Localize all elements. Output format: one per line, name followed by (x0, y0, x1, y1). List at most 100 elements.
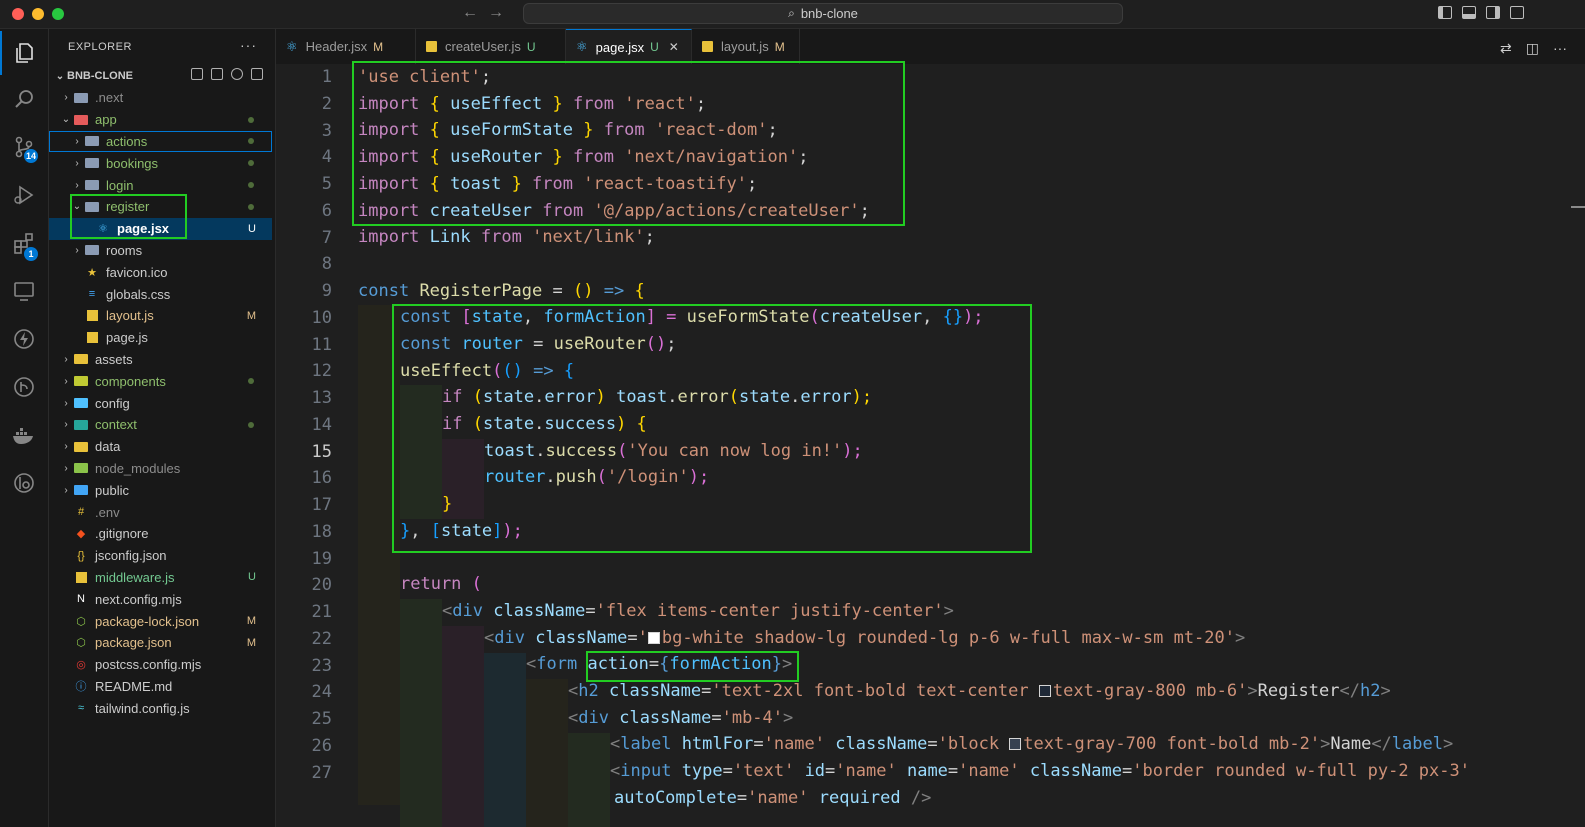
tree-item-tailwind-config-js[interactable]: ≈ tailwind.config.js (49, 697, 272, 719)
docker-icon[interactable] (0, 413, 48, 457)
tab-label: page.jsx (595, 39, 645, 55)
tab-label: layout.js (721, 39, 769, 54)
toggle-secondary-sidebar-icon[interactable] (1486, 6, 1500, 19)
new-file-icon[interactable] (191, 68, 203, 80)
tree-item-favicon-ico[interactable]: ★ favicon.ico (49, 261, 272, 283)
tree-item-jsconfig-json[interactable]: {} jsconfig.json (49, 545, 272, 567)
extensions-icon[interactable]: 1 (0, 221, 48, 265)
tab-status: U (650, 40, 659, 54)
tree-item-postcss-config-mjs[interactable]: ◎ postcss.config.mjs (49, 654, 272, 676)
tree-item-readme-md[interactable]: ⓘ README.md (49, 676, 272, 698)
code-line-7: import Link from 'next/link'; (358, 227, 655, 247)
code-editor[interactable]: 1 2 3 4 5 6 7 8 9 10 11 12 13 14 15 16 17 18 19 20 21 22 23 24 2… (276, 61, 1585, 827)
scrollbar-marker[interactable] (1571, 206, 1585, 208)
git-status-badge: M (246, 615, 256, 628)
tree-item-label: components (95, 373, 166, 389)
line-number: 7 (321, 227, 332, 248)
tree-item-actions[interactable]: › actions (49, 130, 272, 153)
forward-arrow-icon[interactable]: → (488, 4, 504, 22)
tree-item-label: package-lock.json (95, 613, 200, 629)
customize-layout-icon[interactable] (1510, 6, 1524, 19)
tree-item-components[interactable]: › components (49, 370, 272, 392)
tree-item-rooms[interactable]: › rooms (49, 240, 272, 262)
thunder-client-icon[interactable] (0, 317, 48, 361)
source-control-icon[interactable]: 14 (0, 125, 48, 169)
compare-changes-icon[interactable]: ⇄ (1500, 40, 1512, 57)
git-status-badge: M (246, 309, 256, 322)
tree-item-assets[interactable]: › assets (49, 349, 272, 371)
tree-item-label: context (95, 417, 137, 433)
code-line-20: return ( (400, 574, 482, 594)
close-icon[interactable]: ✕ (669, 40, 679, 54)
color-swatch[interactable] (647, 632, 660, 644)
search-icon[interactable] (0, 77, 48, 121)
more-actions-icon[interactable]: ··· (240, 37, 257, 53)
tab-createuser-js[interactable]: createUser.js U (416, 29, 566, 64)
line-number: 23 (311, 655, 332, 676)
tree-item-public[interactable]: › public (49, 479, 272, 501)
line-number: 3 (321, 120, 332, 141)
maximize-window-button[interactable] (52, 8, 64, 20)
tree-item-config[interactable]: › config (49, 392, 272, 414)
tree-item-label: rooms (106, 242, 143, 258)
explorer-actions (191, 68, 263, 80)
tab-page-jsx[interactable]: ⚛ page.jsx U ✕ (566, 29, 692, 64)
line-number: 21 (311, 602, 332, 622)
tree-item-layout-js[interactable]: layout.js M (49, 305, 272, 327)
command-center-search[interactable]: ⌕ bnb-clone (523, 3, 1123, 24)
tree-item-next[interactable]: › .next (49, 87, 272, 109)
minimize-window-button[interactable] (32, 8, 44, 20)
tree-item-next-config-mjs[interactable]: Nnext.config.mjs (49, 588, 272, 610)
toggle-primary-sidebar-icon[interactable] (1438, 6, 1452, 19)
tree-item-package-lock-json[interactable]: ⬡ package-lock.json M (49, 610, 272, 632)
activity-bar: 14 1 (0, 29, 49, 827)
git-status-badge: U (248, 571, 256, 584)
indent-guide (568, 733, 610, 827)
tree-item-node-modules[interactable]: › node_modules (49, 458, 272, 480)
tree-item-app[interactable]: ⌄ app (49, 109, 272, 131)
new-folder-icon[interactable] (211, 68, 223, 80)
folder-icon (73, 375, 89, 387)
git-status-badge: M (246, 636, 256, 649)
tab-layout-js[interactable]: layout.js M (692, 29, 800, 64)
tree-item-label: package.json (95, 635, 172, 651)
more-actions-icon[interactable]: ··· (1553, 40, 1567, 57)
folder-icon (73, 484, 89, 496)
workspace-root[interactable]: ⌄ BNB-CLONE (49, 65, 275, 87)
code-line-24: <h2 className='text-2xl font-bold text-c… (568, 681, 1391, 701)
tree-item-bookings[interactable]: › bookings (49, 152, 272, 174)
next-file-icon: N (77, 593, 85, 606)
tree-item-gitignore[interactable]: ◆ .gitignore (49, 523, 272, 545)
tree-item-login[interactable]: › login (49, 174, 272, 196)
close-window-button[interactable] (12, 8, 24, 20)
tree-item-middleware-js[interactable]: middleware.js U (49, 567, 272, 589)
folder-icon (84, 157, 100, 169)
back-arrow-icon[interactable]: ← (462, 4, 478, 22)
tree-item-globals-css[interactable]: ≡ globals.css (49, 283, 272, 305)
run-debug-icon[interactable] (0, 173, 48, 217)
gitlens-icon[interactable] (0, 461, 48, 505)
line-number: 10 (311, 307, 332, 328)
tree-item-page-js[interactable]: page.js (49, 327, 272, 349)
remote-explorer-icon[interactable] (0, 269, 48, 313)
tree-item-context[interactable]: › context (49, 414, 272, 436)
star-file-icon: ★ (87, 266, 97, 279)
collapse-all-icon[interactable] (251, 68, 263, 80)
git-graph-icon[interactable] (0, 365, 48, 409)
split-editor-icon[interactable]: ◫ (1526, 40, 1539, 57)
tab-header-jsx[interactable]: ⚛ Header.jsx M (276, 29, 416, 64)
line-number: 12 (311, 361, 332, 382)
extensions-badge: 1 (24, 247, 38, 261)
tree-item-package-json[interactable]: ⬡ package.json M (49, 632, 272, 654)
explorer-icon[interactable] (0, 31, 48, 75)
line-number: 13 (311, 388, 332, 408)
tree-item-env[interactable]: # .env (49, 501, 272, 523)
color-swatch[interactable] (1038, 685, 1051, 697)
color-swatch[interactable] (1009, 738, 1022, 750)
line-number: 1 (321, 67, 332, 87)
refresh-icon[interactable] (231, 68, 243, 80)
react-icon: ⚛ (576, 39, 588, 54)
toggle-panel-icon[interactable] (1462, 6, 1476, 19)
tree-item-data[interactable]: › data (49, 436, 272, 458)
title-bar: ← → ⌕ bnb-clone (0, 0, 1585, 29)
